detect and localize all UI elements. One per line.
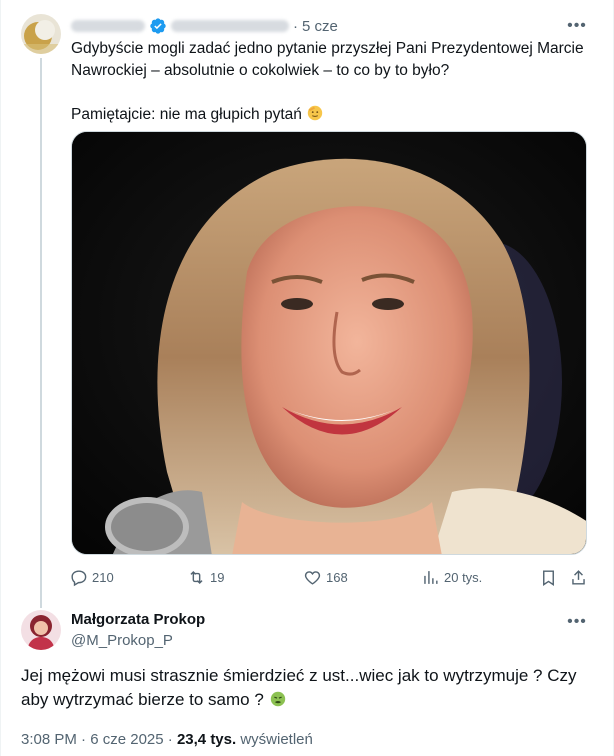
tweet-time[interactable]: 5 cze xyxy=(302,18,338,35)
share-icon xyxy=(572,569,585,585)
views-count: 20 tys. xyxy=(444,569,483,585)
bookmark-button[interactable] xyxy=(539,566,558,588)
reply-icon xyxy=(71,569,87,586)
blurred-display-name[interactable] xyxy=(71,20,145,32)
saluting-face-emoji-icon xyxy=(306,104,324,122)
verified-badge-icon xyxy=(149,17,167,35)
retweet-count: 19 xyxy=(210,569,225,585)
blurred-handle[interactable] xyxy=(171,20,289,32)
header-separator: · xyxy=(293,17,298,35)
reply-views-label: wyświetleń xyxy=(240,731,313,748)
reply-button[interactable]: 210 xyxy=(69,566,114,588)
tweet-text-line-1: Gdybyście mogli zadać jedno pytanie przy… xyxy=(71,40,584,79)
reply-display-name[interactable]: Małgorzata Prokop xyxy=(71,611,205,628)
heart-icon xyxy=(304,570,321,585)
tweet-photo[interactable] xyxy=(71,131,587,555)
thread-line xyxy=(40,58,42,608)
reply-date[interactable]: 6 cze 2025 xyxy=(90,731,163,748)
author-avatar[interactable] xyxy=(21,14,61,54)
like-button[interactable]: 168 xyxy=(303,566,348,588)
reply-author-avatar[interactable] xyxy=(21,610,61,650)
reply-meta-separator-2: · xyxy=(167,731,173,748)
tweet-text: Gdybyście mogli zadać jedno pytanie przy… xyxy=(71,38,591,126)
views-button[interactable]: 20 tys. xyxy=(421,566,482,588)
reply-meta-separator: · xyxy=(81,731,87,748)
nauseated-face-emoji-icon xyxy=(269,690,287,708)
share-button[interactable] xyxy=(569,566,588,588)
retweet-icon xyxy=(190,570,203,584)
views-icon xyxy=(424,570,438,584)
reply-handle[interactable]: @M_Prokop_P xyxy=(71,632,173,649)
retweet-button[interactable]: 19 xyxy=(187,566,224,588)
more-options-icon[interactable]: ••• xyxy=(567,16,587,36)
reply-text: Jej mężowi musi strasznie śmierdzieć z u… xyxy=(21,664,601,712)
tweet-text-line-2: Pamiętajcie: nie ma głupich pytań xyxy=(71,106,302,123)
reply-text-content: Jej mężowi musi strasznie śmierdzieć z u… xyxy=(21,666,577,709)
tweet-card: · 5 cze ••• Gdybyście mogli zadać jedno … xyxy=(0,0,614,756)
reply-time[interactable]: 3:08 PM xyxy=(21,731,77,748)
tweet-actions: 210 19 168 20 tys. xyxy=(63,566,593,588)
bookmark-icon xyxy=(543,569,554,586)
reply-views-count: 23,4 tys. xyxy=(176,731,237,748)
reply-more-options-icon[interactable]: ••• xyxy=(567,612,587,632)
like-count: 168 xyxy=(326,569,348,585)
reply-count: 210 xyxy=(92,569,114,585)
reply-meta: 3:08 PM · 6 cze 2025 · 23,4 tys. wyświet… xyxy=(21,731,313,748)
tweet-header: · 5 cze xyxy=(71,16,338,36)
